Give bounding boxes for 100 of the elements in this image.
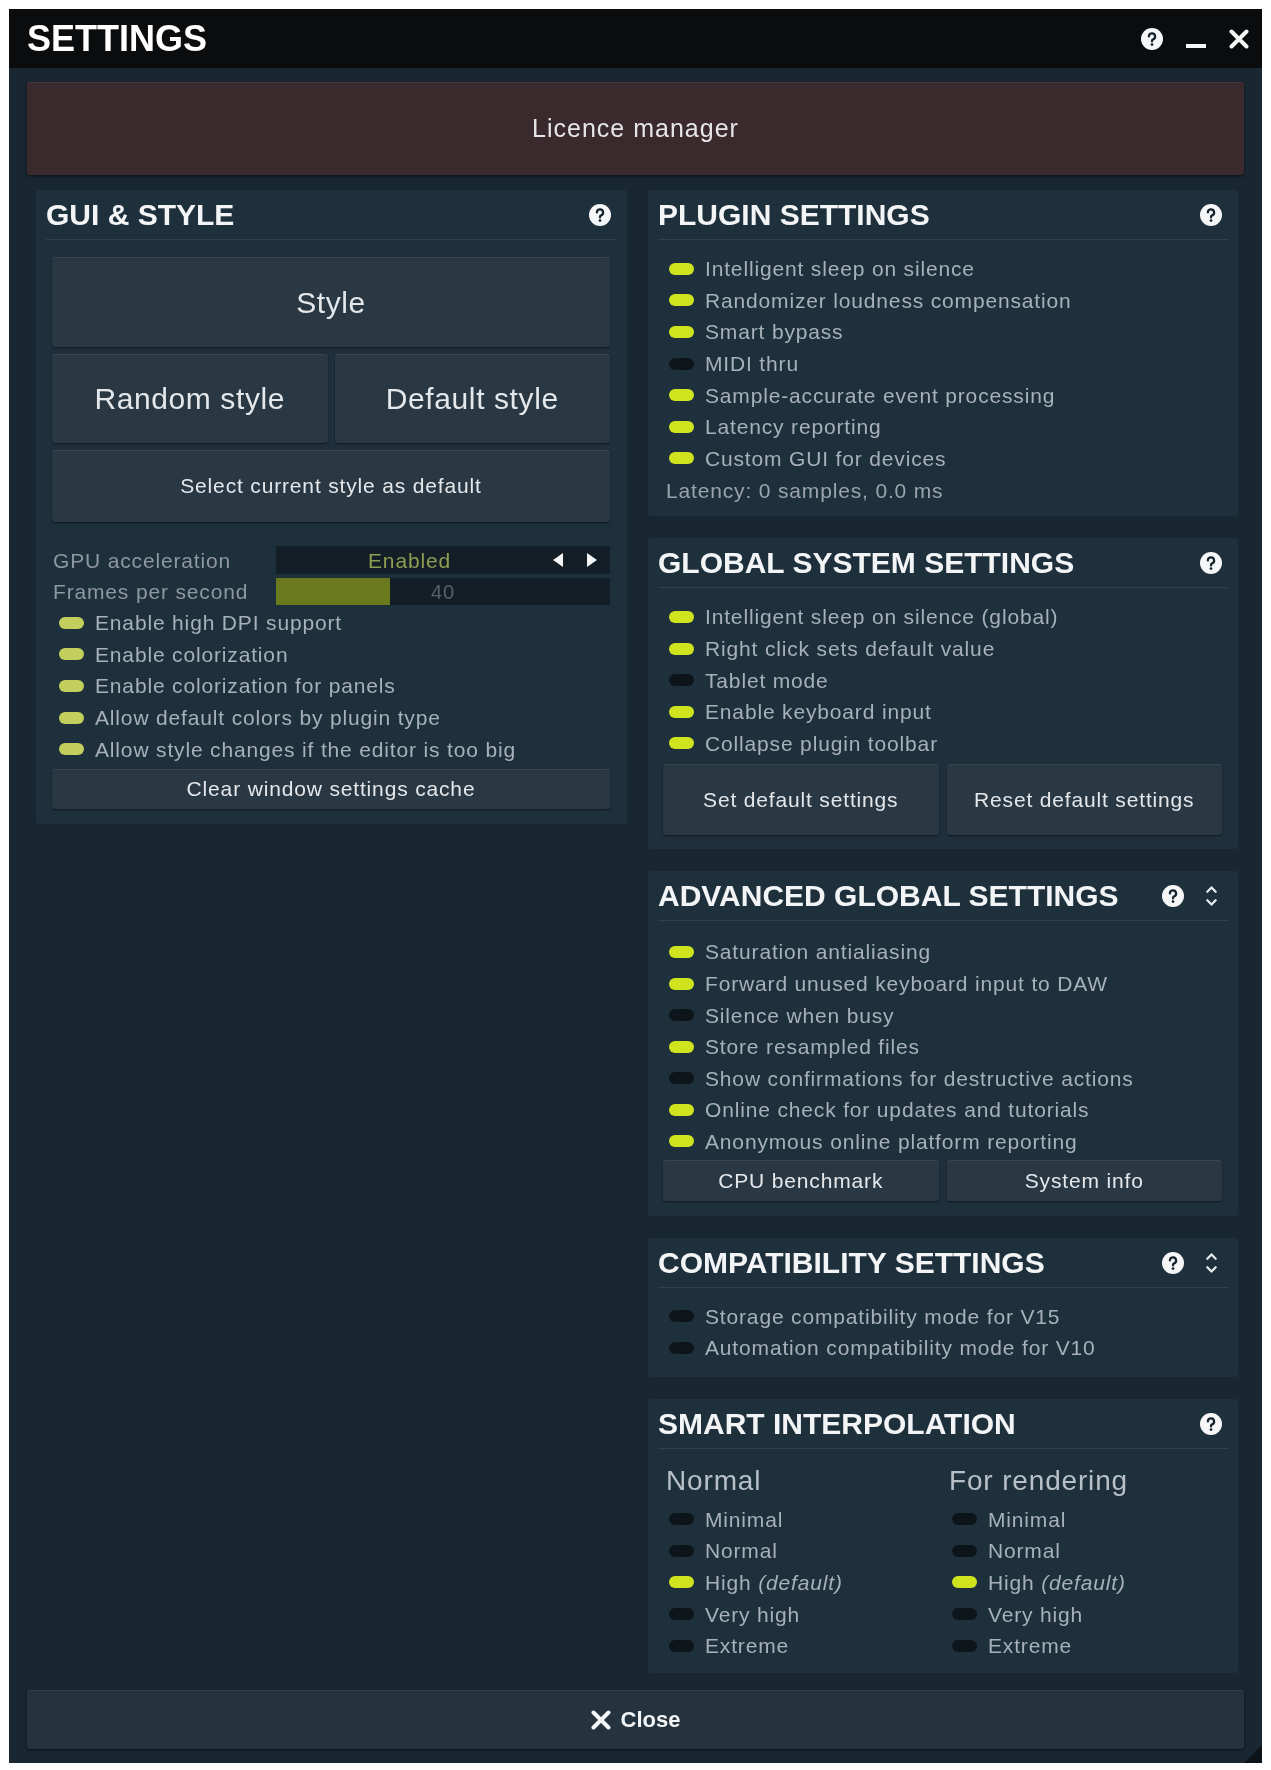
- toggle[interactable]: [952, 1608, 977, 1621]
- settings-action-button[interactable]: CPU benchmark: [663, 1160, 939, 1202]
- toggle[interactable]: [669, 452, 694, 465]
- option-label: Automation compatibility mode for V10: [705, 1337, 1096, 1359]
- toggle[interactable]: [669, 642, 694, 655]
- selector-value: Enabled: [367, 549, 452, 571]
- toggle[interactable]: [669, 1544, 694, 1557]
- toggle[interactable]: [669, 262, 694, 275]
- option-label: Enable colorization for panels: [95, 675, 396, 697]
- minimize-icon[interactable]: [1186, 43, 1206, 48]
- clear-cache-button[interactable]: Clear window settings cache: [52, 768, 610, 809]
- option-label: Saturation antialiasing: [705, 941, 931, 963]
- option-label: Enable colorization: [95, 643, 289, 665]
- option-label: Allow default colors by plugin type: [95, 707, 441, 729]
- toggle[interactable]: [669, 737, 694, 750]
- left-triangle-icon[interactable]: [553, 553, 563, 567]
- up-down-chevron-icon[interactable]: [1206, 1251, 1217, 1274]
- toggle[interactable]: [669, 1009, 694, 1022]
- panel-title: SMART INTERPOLATION: [658, 1408, 1017, 1439]
- setting-label: GPU acceleration: [52, 549, 232, 571]
- toggle[interactable]: [669, 945, 694, 958]
- select-default-style-button[interactable]: Select current style as default: [52, 450, 610, 522]
- up-down-chevron-icon[interactable]: [1206, 884, 1217, 907]
- toggle[interactable]: [669, 1135, 694, 1148]
- option-label: Online check for updates and tutorials: [705, 1099, 1090, 1121]
- toggle[interactable]: [669, 1341, 694, 1354]
- toggle[interactable]: [669, 294, 694, 307]
- option-label: Store resampled files: [705, 1036, 920, 1058]
- help-icon[interactable]: [1162, 884, 1184, 907]
- value-selector[interactable]: Enabled: [276, 546, 610, 574]
- option-label: Forward unused keyboard input to DAW: [705, 973, 1108, 994]
- option-label: High (default): [705, 1571, 843, 1593]
- column-heading: For rendering: [949, 1467, 1128, 1496]
- option-label: Very high: [705, 1603, 801, 1625]
- style-action-button[interactable]: Default style: [334, 354, 610, 443]
- panel-title: COMPATIBILITY SETTINGS: [658, 1247, 1046, 1278]
- style-button[interactable]: Style: [52, 257, 610, 347]
- help-icon[interactable]: [1162, 1251, 1184, 1274]
- option-label: Show confirmations for destructive actions: [705, 1067, 1134, 1089]
- panel-title: GUI & STYLE: [46, 199, 236, 230]
- toggle[interactable]: [669, 1040, 694, 1053]
- toggle[interactable]: [669, 1072, 694, 1085]
- toggle[interactable]: [952, 1639, 977, 1652]
- toggle[interactable]: [669, 1310, 694, 1323]
- toggle[interactable]: [952, 1544, 977, 1557]
- option-label: Custom GUI for devices: [705, 447, 947, 469]
- panel-title: ADVANCED GLOBAL SETTINGS: [658, 880, 1120, 911]
- option-label: Latency reporting: [705, 416, 882, 438]
- option-label: High (default): [988, 1571, 1126, 1593]
- toggle[interactable]: [669, 1639, 694, 1652]
- toggle[interactable]: [669, 977, 694, 990]
- toggle[interactable]: [669, 1608, 694, 1621]
- option-label: Silence when busy: [705, 1004, 895, 1026]
- toggle[interactable]: [59, 648, 84, 661]
- settings-action-button[interactable]: System info: [946, 1160, 1222, 1202]
- latency-readout: Latency: 0 samples, 0.0 ms: [666, 479, 944, 501]
- toggle[interactable]: [669, 674, 694, 687]
- option-label: Normal: [988, 1540, 1061, 1562]
- option-label: Extreme: [988, 1635, 1073, 1657]
- option-label: Storage compatibility mode for V15: [705, 1305, 1061, 1327]
- toggle[interactable]: [59, 616, 84, 629]
- toggle[interactable]: [669, 357, 694, 370]
- toggle[interactable]: [669, 705, 694, 718]
- setting-label: Frames per second: [52, 581, 250, 602]
- toggle[interactable]: [952, 1576, 977, 1589]
- close-button[interactable]: Close: [27, 1690, 1244, 1750]
- help-icon[interactable]: [1200, 203, 1222, 226]
- toggle[interactable]: [669, 1513, 694, 1526]
- toggle[interactable]: [952, 1513, 977, 1526]
- toggle[interactable]: [669, 389, 694, 402]
- help-icon[interactable]: [1200, 1412, 1222, 1435]
- toggle[interactable]: [669, 610, 694, 623]
- settings-action-button[interactable]: Set default settings: [663, 764, 939, 836]
- resize-grip-icon[interactable]: [1244, 1745, 1262, 1763]
- option-label: MIDI thru: [705, 353, 799, 375]
- toggle[interactable]: [669, 420, 694, 433]
- slider-value: 40: [431, 581, 455, 602]
- option-label: Normal: [705, 1540, 778, 1562]
- right-triangle-icon[interactable]: [587, 553, 597, 567]
- close-icon[interactable]: [1229, 28, 1249, 49]
- settings-action-button[interactable]: Reset default settings: [946, 764, 1222, 836]
- toggle[interactable]: [59, 743, 84, 756]
- option-label: Right click sets default value: [705, 638, 996, 660]
- option-label: Allow style changes if the editor is too big: [95, 738, 516, 760]
- option-label: Minimal: [705, 1508, 784, 1530]
- help-icon[interactable]: [589, 203, 611, 226]
- style-action-button[interactable]: Random style: [52, 354, 328, 443]
- help-icon[interactable]: [1141, 27, 1163, 50]
- option-label: Sample-accurate event processing: [705, 384, 1056, 406]
- toggle[interactable]: [669, 1576, 694, 1589]
- panel-title: GLOBAL SYSTEM SETTINGS: [658, 547, 1076, 578]
- option-label: Enable keyboard input: [705, 701, 932, 723]
- toggle[interactable]: [669, 1103, 694, 1116]
- toggle[interactable]: [669, 326, 694, 338]
- toggle[interactable]: [59, 711, 84, 724]
- option-label: Enable high DPI support: [95, 612, 342, 634]
- toggle[interactable]: [59, 680, 84, 692]
- option-label: Randomizer loudness compensation: [705, 289, 1072, 311]
- help-icon[interactable]: [1200, 551, 1222, 574]
- licence-manager-button[interactable]: Licence manager: [27, 82, 1244, 175]
